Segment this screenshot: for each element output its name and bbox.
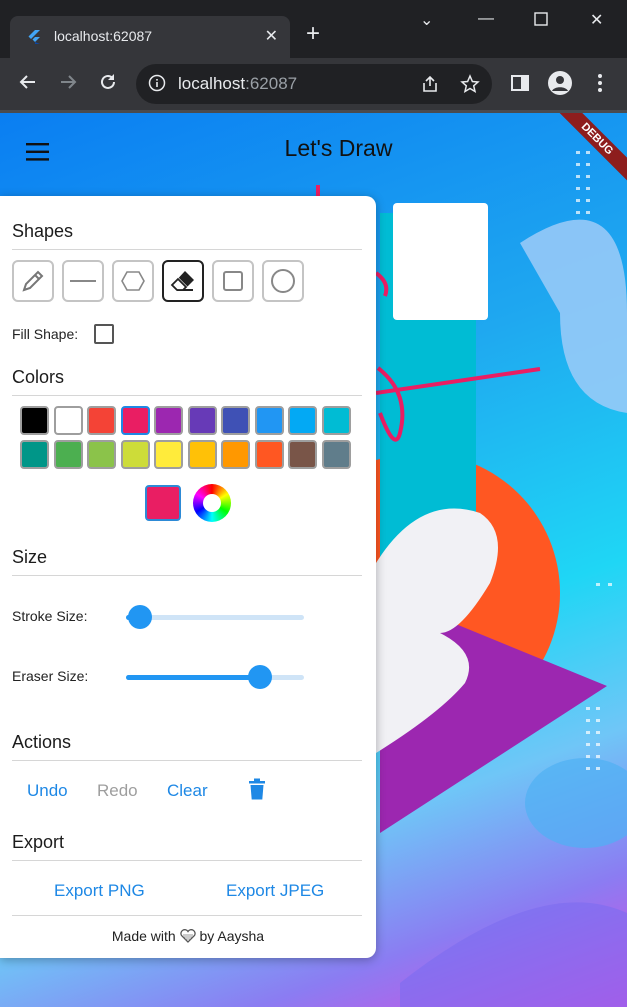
actions-heading: Actions	[12, 732, 72, 752]
color-swatch[interactable]	[87, 406, 116, 435]
browser-tab[interactable]: localhost:62087 ✕	[10, 16, 290, 58]
color-swatch[interactable]	[20, 440, 49, 469]
eraser-icon	[170, 271, 194, 291]
divider	[12, 860, 362, 861]
minimize-icon[interactable]: —	[478, 10, 494, 28]
color-swatch[interactable]	[187, 406, 217, 435]
back-icon[interactable]	[18, 72, 38, 98]
pencil-tool-button[interactable]	[12, 260, 54, 302]
profile-avatar-icon[interactable]	[548, 71, 572, 95]
color-swatch[interactable]	[53, 440, 83, 469]
tab-title: localhost:62087	[54, 28, 153, 44]
line-tool-button[interactable]	[62, 260, 104, 302]
reload-icon[interactable]	[98, 72, 118, 98]
divider	[12, 915, 362, 916]
color-swatch[interactable]	[254, 440, 284, 469]
flutter-icon	[28, 30, 40, 44]
address-bar[interactable]: localhost:62087	[136, 64, 492, 104]
share-icon[interactable]	[420, 74, 440, 94]
tools-panel: Shapes Fill Shape: Colors Size Stroke Si	[0, 196, 376, 958]
circle-tool-button[interactable]	[262, 260, 304, 302]
canvas-shape	[393, 203, 488, 320]
export-png-button[interactable]: Export PNG	[54, 881, 145, 901]
eraser-tool-button[interactable]	[162, 260, 204, 302]
stroke-size-slider[interactable]	[126, 605, 304, 629]
tab-close-icon[interactable]: ✕	[265, 26, 278, 46]
divider	[12, 760, 362, 761]
forward-icon[interactable]	[58, 72, 78, 98]
color-swatch[interactable]	[87, 440, 116, 469]
pencil-icon	[22, 270, 44, 292]
fill-shape-label: Fill Shape:	[12, 326, 79, 342]
color-swatch[interactable]	[254, 406, 284, 435]
color-swatch[interactable]	[20, 406, 49, 435]
color-picker-wheel-icon[interactable]	[193, 484, 231, 522]
selected-color-swatch[interactable]	[145, 485, 181, 521]
shapes-heading: Shapes	[12, 221, 74, 241]
divider	[12, 395, 362, 396]
delete-icon[interactable]	[248, 778, 266, 800]
color-swatch[interactable]	[154, 440, 183, 469]
window-close-icon[interactable]: ✕	[590, 10, 603, 30]
stroke-slider-thumb[interactable]	[128, 605, 153, 629]
maximize-icon[interactable]	[534, 12, 548, 31]
size-heading: Size	[12, 547, 48, 567]
line-icon	[70, 280, 96, 282]
square-icon	[223, 271, 243, 291]
bookmark-star-icon[interactable]	[460, 74, 480, 94]
clear-button[interactable]: Clear	[167, 781, 208, 801]
browser-menu-icon[interactable]	[596, 73, 604, 93]
color-swatch[interactable]	[120, 406, 150, 435]
url-text: localhost:62087	[178, 74, 298, 93]
color-swatch[interactable]	[221, 406, 250, 435]
browser-toolbar: localhost:62087	[0, 58, 627, 110]
eraser-slider-thumb[interactable]	[247, 665, 272, 689]
colors-heading: Colors	[12, 367, 65, 387]
rectangle-tool-button[interactable]	[212, 260, 254, 302]
drawing-app: Let's Draw DEBUG Shapes Fill Shape: Colo…	[0, 113, 627, 1007]
divider	[12, 249, 362, 250]
eraser-size-slider[interactable]	[126, 665, 304, 689]
eraser-slider-fill	[126, 675, 260, 680]
footer-prefix: Made with	[111, 928, 176, 944]
browser-titlebar: localhost:62087 ✕ + ⌄ — ✕	[0, 0, 627, 58]
app-title: Let's Draw	[284, 135, 393, 161]
divider	[12, 575, 362, 576]
color-swatch[interactable]	[288, 440, 317, 469]
color-swatch[interactable]	[187, 440, 217, 469]
footer-suffix: by Aaysha	[199, 928, 265, 944]
color-swatch[interactable]	[53, 406, 83, 435]
fill-shape-checkbox[interactable]	[94, 324, 114, 344]
color-swatch[interactable]	[321, 406, 351, 435]
undo-button[interactable]: Undo	[27, 781, 68, 801]
export-heading: Export	[12, 832, 65, 852]
color-swatch[interactable]	[221, 440, 250, 469]
side-panel-icon[interactable]	[510, 73, 530, 93]
color-swatch[interactable]	[288, 406, 317, 435]
export-jpeg-button[interactable]: Export JPEG	[226, 881, 324, 901]
color-swatch[interactable]	[154, 406, 183, 435]
hexagon-icon	[121, 271, 145, 291]
heart-icon	[179, 929, 196, 943]
footer-credit: Made with by Aaysha	[0, 928, 376, 944]
site-info-icon[interactable]	[148, 74, 166, 92]
circle-icon	[271, 269, 295, 293]
stroke-size-label: Stroke Size:	[12, 608, 88, 624]
color-swatch[interactable]	[120, 440, 150, 469]
new-tab-icon[interactable]: +	[306, 22, 320, 46]
eraser-size-label: Eraser Size:	[12, 668, 89, 684]
color-swatch[interactable]	[321, 440, 351, 469]
polygon-tool-button[interactable]	[112, 260, 154, 302]
tab-search-icon[interactable]: ⌄	[420, 10, 433, 30]
redo-button[interactable]: Redo	[97, 781, 138, 801]
